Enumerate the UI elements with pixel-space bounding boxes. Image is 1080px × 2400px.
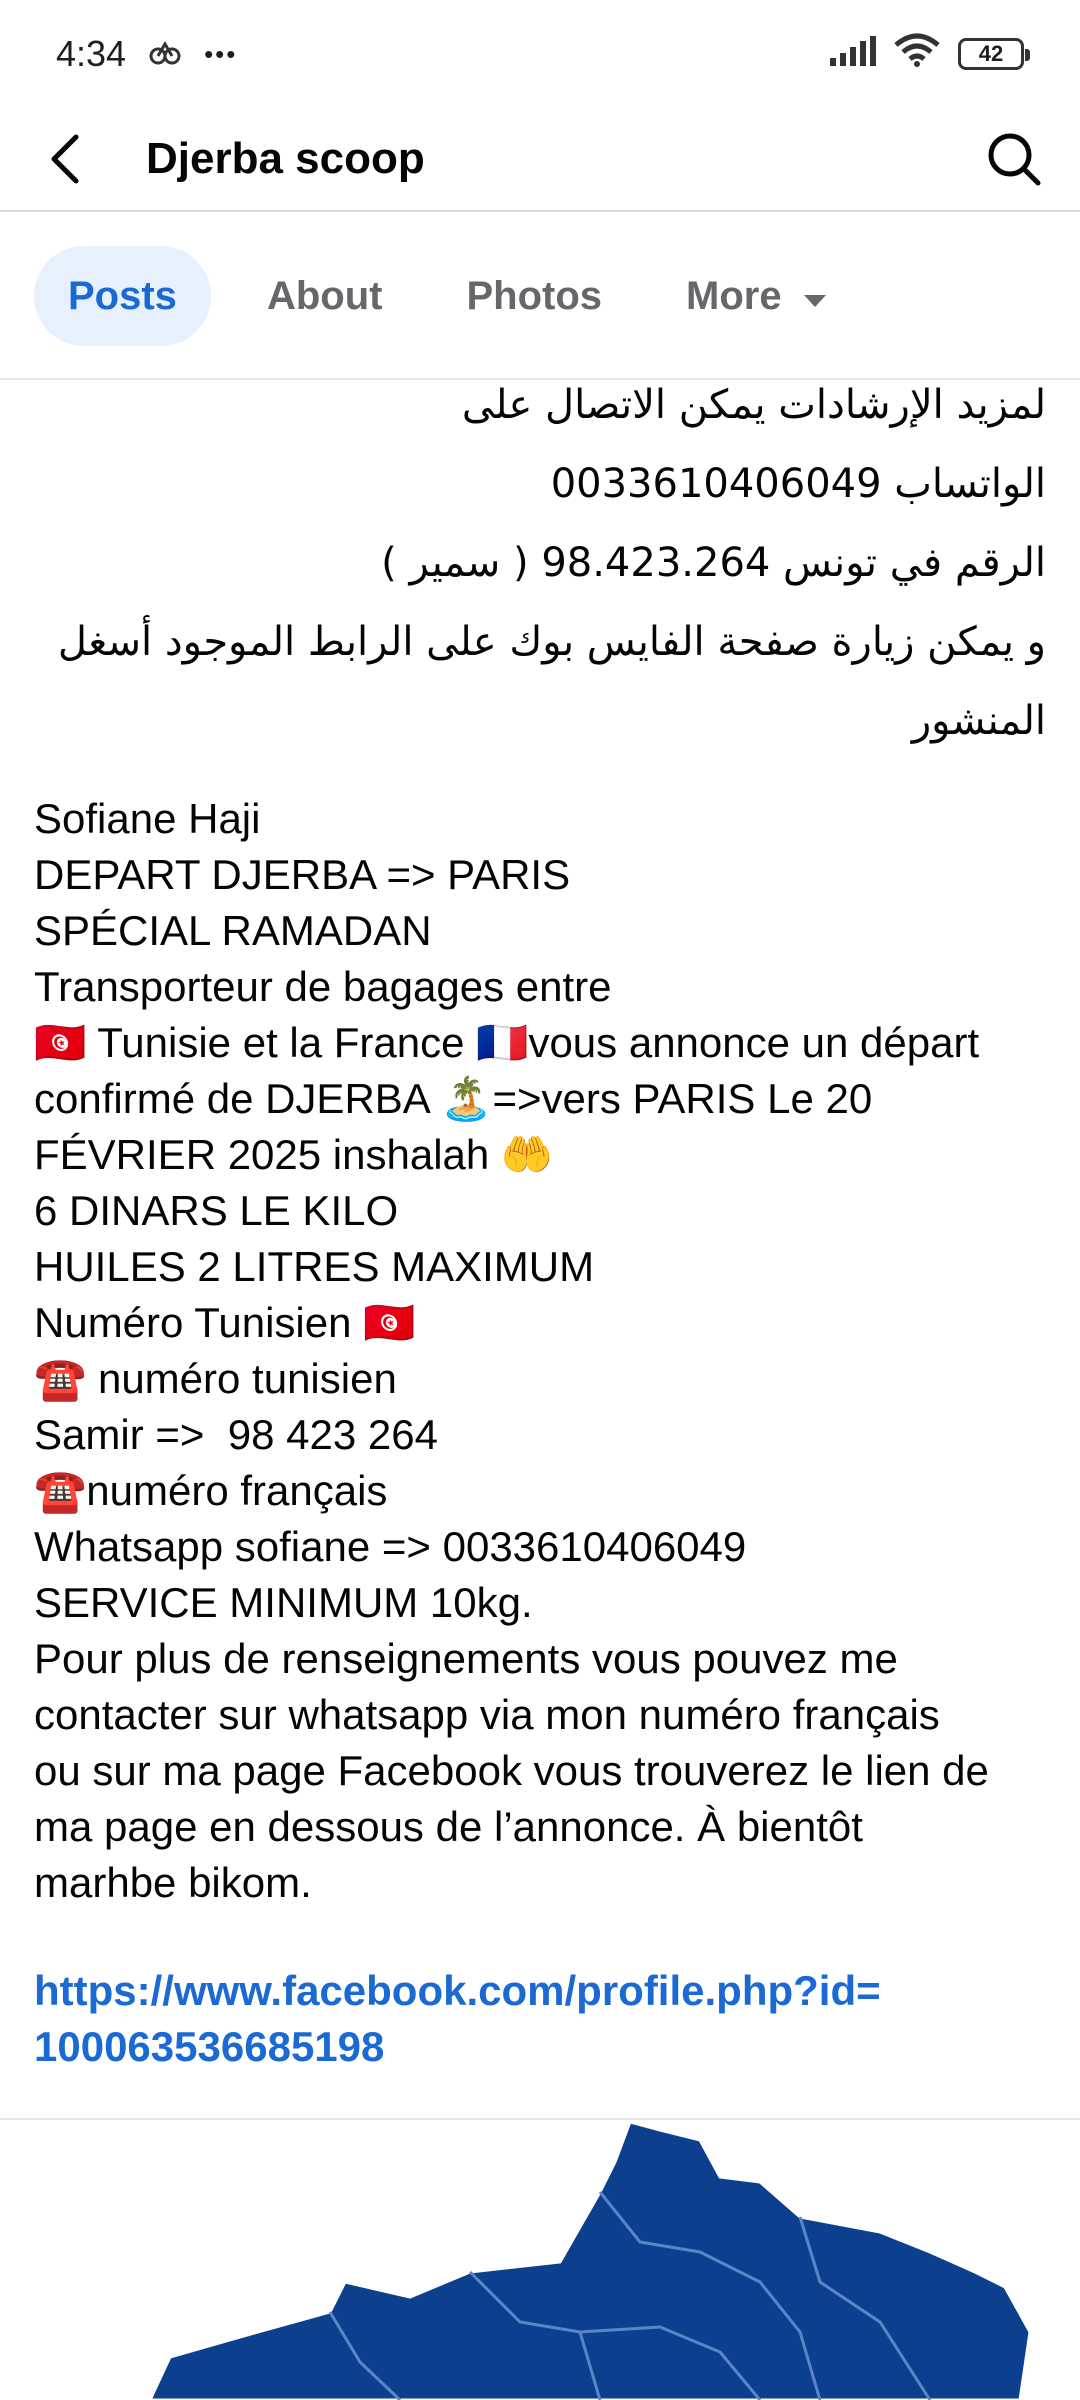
page-tabs: Posts About Photos More <box>0 214 1080 380</box>
arabic-text-block: لمزيد الإرشادات يمكن الاتصال على الواتسا… <box>0 366 1080 761</box>
battery-icon: 42 <box>958 38 1030 70</box>
post-line: SERVICE MINIMUM 10kg. <box>34 1579 533 1626</box>
arabic-line: و يمكن زيارة صفحة الفايس بوك على الرابط … <box>57 619 1046 665</box>
french-text-block: Sofiane Haji DEPART DJERBA => PARIS SPÉC… <box>0 761 1080 1911</box>
post-line: ☎️numéro français <box>34 1467 388 1514</box>
notification-icon <box>148 33 182 75</box>
profile-link-line: 100063536685198 <box>34 2023 385 2070</box>
post-line: Whatsapp sofiane => 0033610406049 <box>34 1523 747 1570</box>
post-line: SPÉCIAL RAMADAN <box>34 907 432 954</box>
post-image-map[interactable] <box>0 2122 1080 2400</box>
profile-link[interactable]: https://www.facebook.com/profile.php?id=… <box>0 1911 1080 2075</box>
page-title: Djerba scoop <box>146 134 425 183</box>
back-arrow-icon[interactable] <box>34 127 98 191</box>
arabic-line: لمزيد الإرشادات يمكن الاتصال على <box>461 382 1046 428</box>
post-line: DEPART DJERBA => PARIS <box>34 851 571 898</box>
tab-more-label: More <box>686 273 782 318</box>
more-notifications-icon: ••• <box>204 38 238 69</box>
clock: 4:34 <box>56 33 127 74</box>
tab-posts[interactable]: Posts <box>34 246 211 346</box>
post-line: Samir => 98 423 264 <box>34 1411 438 1458</box>
status-bar: 4:34 ••• 42 <box>0 0 1080 108</box>
post-line: Sofiane Haji <box>34 795 261 842</box>
post-line: HUILES 2 LITRES MAXIMUM <box>34 1243 595 1290</box>
wifi-icon <box>894 33 940 76</box>
post-line: ☎️ numéro tunisien <box>34 1355 397 1402</box>
post-line: 🇹🇳 Tunisie et la France 🇫🇷vous annonce u… <box>34 1019 980 1066</box>
profile-link-line: https://www.facebook.com/profile.php?id= <box>34 1967 881 2014</box>
map-shape <box>148 2122 1032 2400</box>
post-line: ma page en dessous de l’annonce. À bient… <box>34 1803 863 1850</box>
post-line: marhbe bikom. <box>34 1859 312 1906</box>
post-line: ou sur ma page Facebook vous trouverez l… <box>34 1747 989 1794</box>
search-icon[interactable] <box>982 127 1046 191</box>
arabic-line: الواتساب 0033610406049 <box>550 461 1046 507</box>
post-line: Transporteur de bagages entre <box>34 963 612 1010</box>
app-header: Djerba scoop <box>0 108 1080 212</box>
post-line: 6 DINARS LE KILO <box>34 1187 399 1234</box>
caret-down-icon <box>802 274 828 319</box>
post-line: Pour plus de renseignements vous pouvez … <box>34 1635 898 1682</box>
tab-more[interactable]: More <box>658 246 856 346</box>
post-line: FÉVRIER 2025 inshalah 🤲 <box>34 1131 554 1178</box>
signal-icon <box>830 33 876 75</box>
divider <box>0 2118 1080 2120</box>
arabic-line: الرقم في تونس 98.423.264 ( سمير ) <box>381 540 1046 586</box>
status-left: 4:34 ••• <box>56 33 237 75</box>
post-line: Numéro Tunisien 🇹🇳 <box>34 1299 416 1346</box>
tab-photos[interactable]: Photos <box>438 246 630 346</box>
post-line: contacter sur whatsapp via mon numéro fr… <box>34 1691 940 1738</box>
tab-about[interactable]: About <box>239 246 411 346</box>
post-line: confirmé de DJERBA 🏝️=>vers PARIS Le 20 <box>34 1075 873 1122</box>
post-content: لمزيد الإرشادات يمكن الاتصال على الواتسا… <box>0 366 1080 2120</box>
france-map-illustration <box>148 2122 1032 2400</box>
arabic-line: المنشور <box>911 698 1046 744</box>
status-right: 42 <box>830 33 1030 76</box>
